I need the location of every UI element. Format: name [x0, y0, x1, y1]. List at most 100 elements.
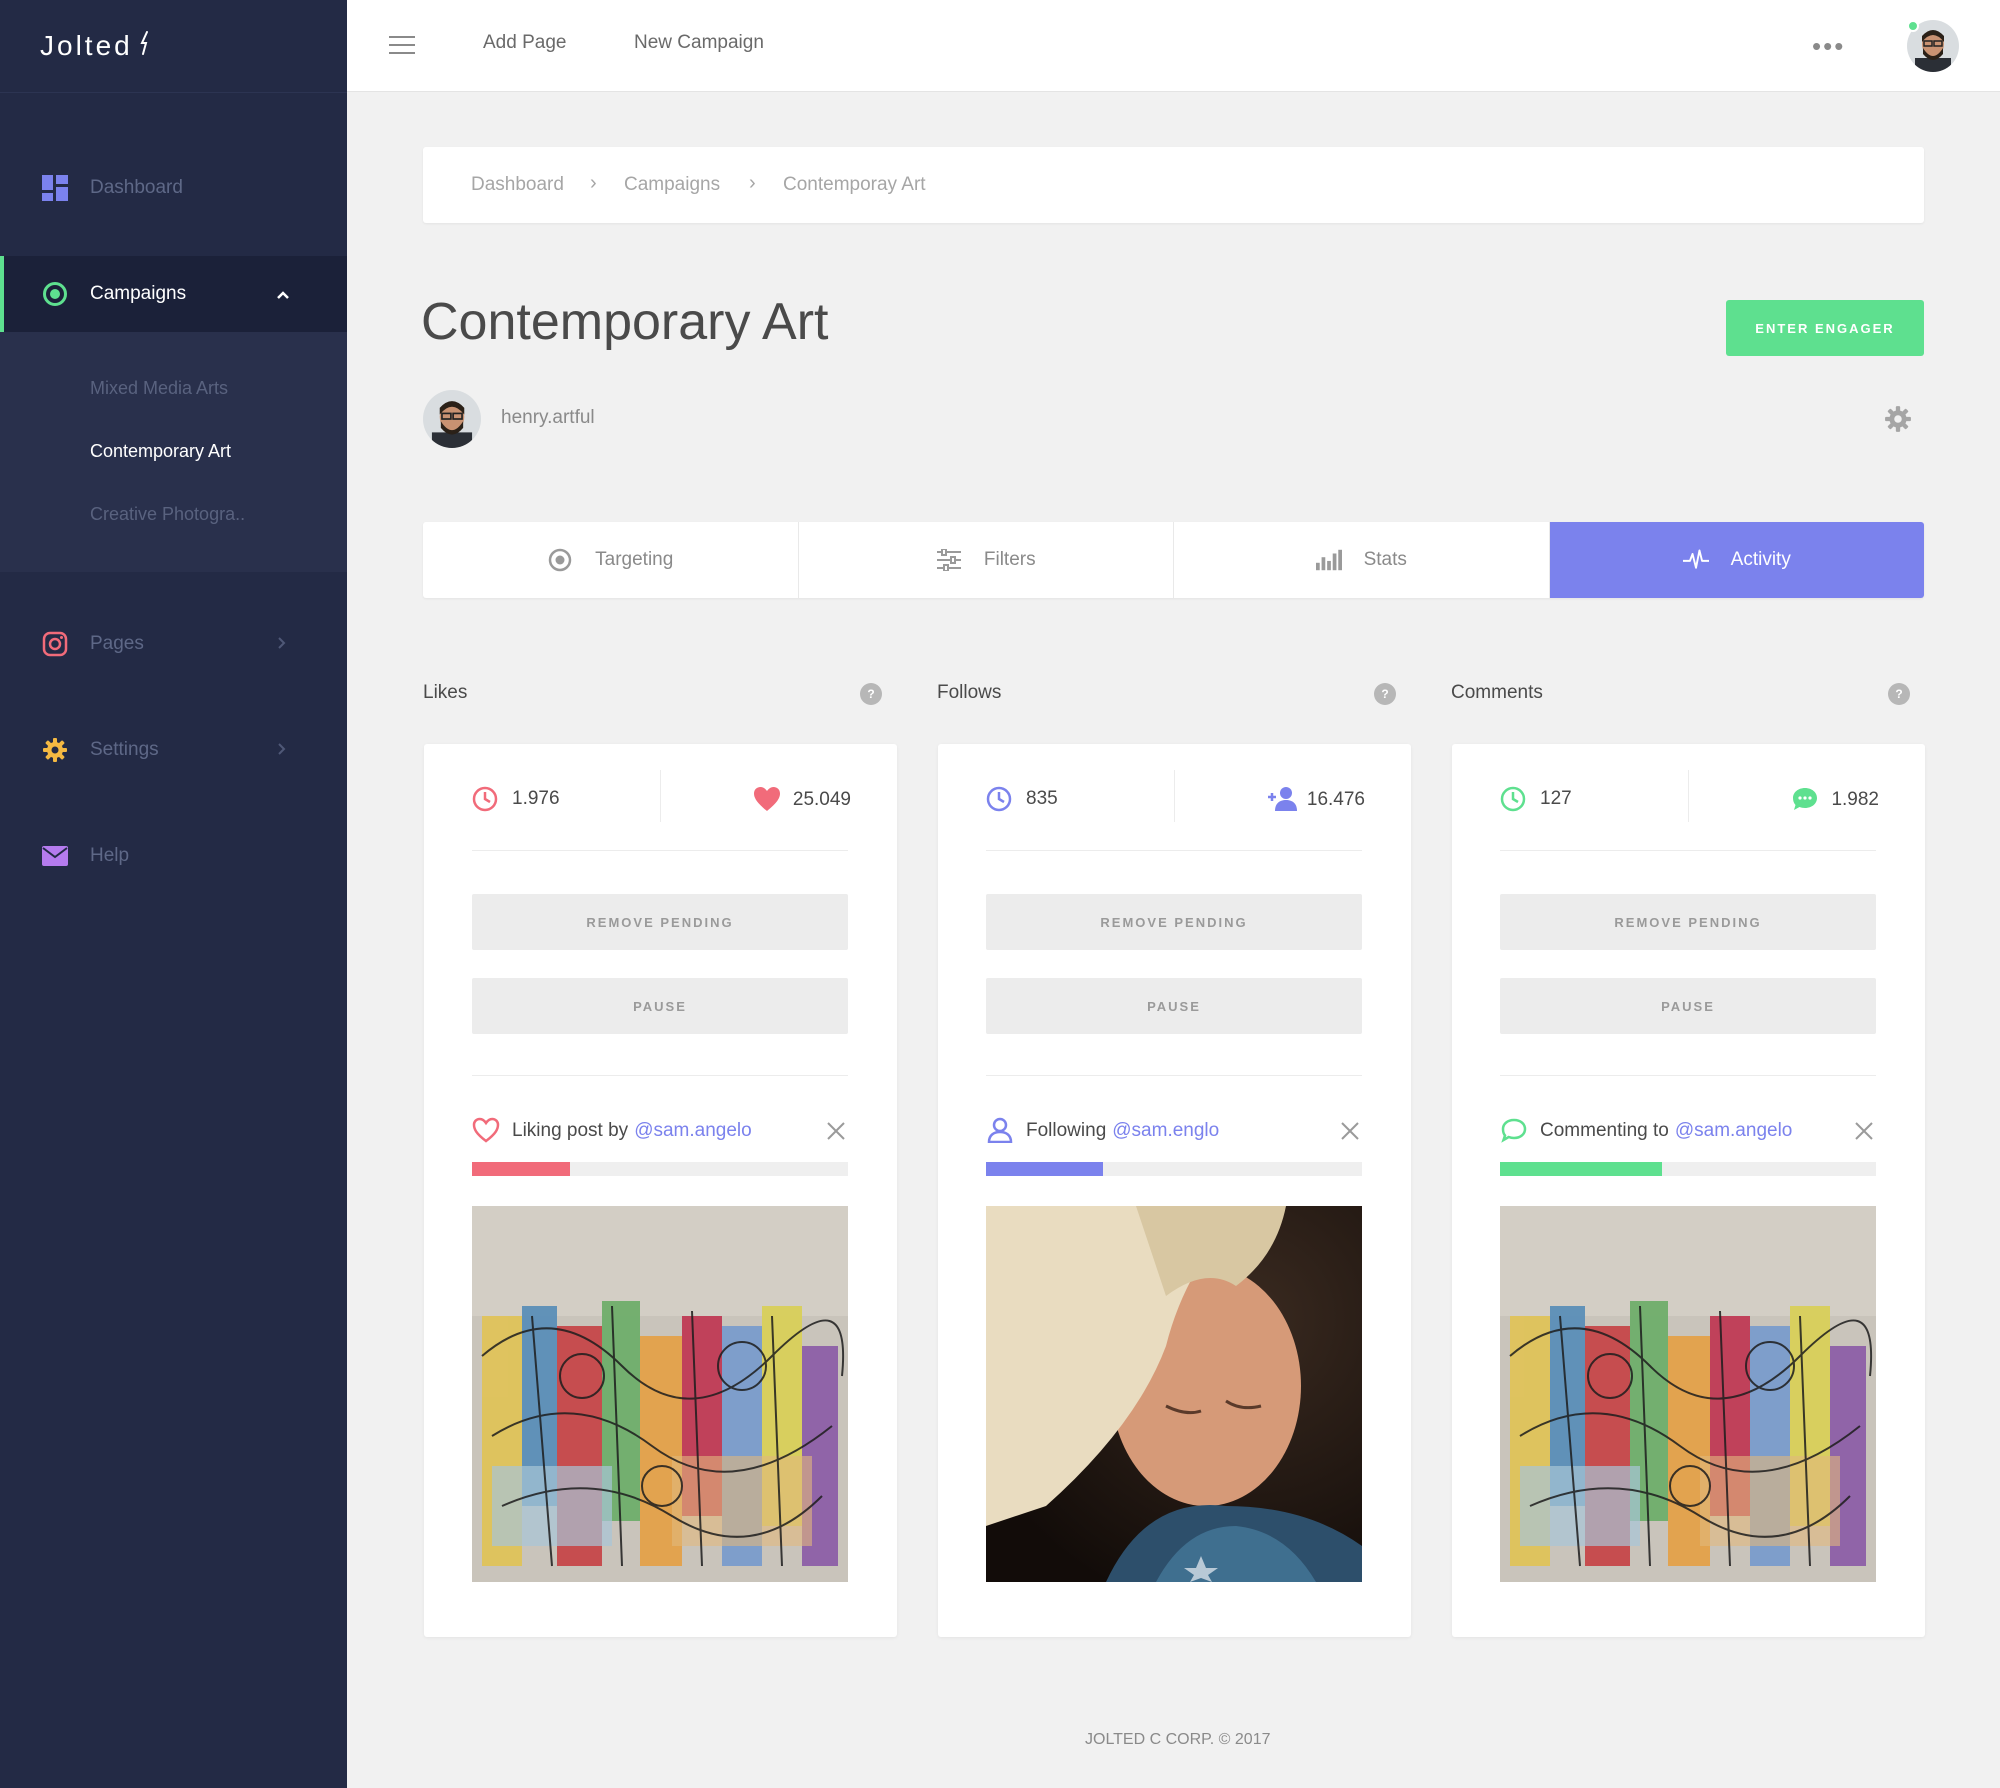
- subnav-item-mixed-media[interactable]: Mixed Media Arts: [90, 378, 228, 399]
- divider: [986, 850, 1362, 851]
- portrait-image: [986, 1206, 1362, 1582]
- enter-engager-button[interactable]: ENTER ENGAGER: [1726, 300, 1924, 356]
- user-handle-link[interactable]: @sam.englo: [1112, 1120, 1219, 1142]
- subnav-item-contemporary-art[interactable]: Contemporary Art: [90, 441, 231, 462]
- follows-card: 835 16.476 REMOVE PENDING PAUSE Followin…: [938, 744, 1411, 1637]
- chevron-right-icon: [276, 634, 286, 655]
- footer-copyright: JOLTED C CORP. © 2017: [1085, 1731, 1271, 1748]
- divider: [986, 1075, 1362, 1076]
- close-icon[interactable]: [1339, 1120, 1361, 1142]
- stat-value: 1.976: [512, 788, 560, 809]
- activity-text: Commenting to: [1540, 1120, 1669, 1141]
- stat-value: 127: [1540, 788, 1572, 809]
- sidebar-item-label: Dashboard: [90, 177, 183, 198]
- pending-comments-stat: 127: [1500, 786, 1572, 812]
- username[interactable]: henry.artful: [501, 407, 595, 429]
- gear-icon: [42, 737, 68, 763]
- help-icon[interactable]: ?: [860, 683, 882, 705]
- avatar[interactable]: [423, 390, 481, 448]
- add-page-link[interactable]: Add Page: [483, 32, 566, 54]
- subnav-item-creative-photography[interactable]: Creative Photogra..: [90, 504, 245, 525]
- progress-fill: [1500, 1162, 1662, 1176]
- tab-targeting[interactable]: Targeting: [423, 522, 799, 598]
- sidebar-item-label: Pages: [90, 633, 144, 654]
- divider: [472, 1075, 848, 1076]
- total-comments-stat: 1.982: [1791, 786, 1879, 814]
- more-icon[interactable]: •••: [1812, 33, 1845, 59]
- target-icon: [42, 281, 68, 307]
- topbar: Add Page New Campaign •••: [347, 0, 2000, 92]
- activity-text: Liking post by: [512, 1120, 629, 1141]
- gear-icon[interactable]: [1884, 405, 1912, 433]
- online-status-dot: [1907, 20, 1919, 32]
- follows-title: Follows: [937, 682, 1002, 703]
- bar-chart-icon: [1315, 547, 1342, 573]
- remove-pending-button[interactable]: REMOVE PENDING: [986, 894, 1362, 950]
- menu-icon[interactable]: [389, 36, 415, 56]
- stat-divider: [660, 770, 661, 822]
- close-icon[interactable]: [825, 1120, 847, 1142]
- stat-value: 835: [1026, 788, 1058, 809]
- bolt-icon: [139, 30, 151, 62]
- chevron-up-icon[interactable]: [276, 284, 290, 305]
- page-title: Contemporary Art: [421, 293, 829, 351]
- user-handle-link[interactable]: @sam.angelo: [634, 1120, 752, 1142]
- pause-button[interactable]: PAUSE: [986, 978, 1362, 1034]
- likes-card: 1.976 25.049 REMOVE PENDING PAUSE Liking…: [424, 744, 897, 1637]
- remove-pending-button[interactable]: REMOVE PENDING: [1500, 894, 1876, 950]
- tab-label: Targeting: [595, 549, 674, 570]
- stat-divider: [1174, 770, 1175, 822]
- mail-icon: [42, 843, 68, 869]
- divider: [472, 850, 848, 851]
- clock-icon: [1500, 786, 1526, 812]
- app-logo[interactable]: Jolted: [40, 26, 151, 66]
- likes-title: Likes: [423, 682, 468, 703]
- pending-likes-stat: 1.976: [472, 786, 560, 812]
- user-handle-link[interactable]: @sam.angelo: [1675, 1120, 1793, 1142]
- divider: [1500, 850, 1876, 851]
- sidebar-item-settings[interactable]: Settings: [0, 712, 347, 788]
- total-follows-stat: 16.476: [1267, 786, 1365, 814]
- pulse-icon: [1682, 547, 1709, 573]
- tab-stats[interactable]: Stats: [1174, 522, 1550, 598]
- progress-bar: [1500, 1162, 1876, 1176]
- instagram-icon: [42, 631, 68, 657]
- clock-icon: [472, 786, 498, 812]
- sidebar-item-campaigns[interactable]: Campaigns: [0, 256, 347, 332]
- pause-button[interactable]: PAUSE: [1500, 978, 1876, 1034]
- remove-pending-button[interactable]: REMOVE PENDING: [472, 894, 848, 950]
- breadcrumb-item-current: Contemporay Art: [783, 174, 926, 195]
- sidebar-item-label: Settings: [90, 739, 159, 760]
- tab-bar: Targeting Filters Stats Activity: [423, 522, 1924, 598]
- help-icon[interactable]: ?: [1888, 683, 1910, 705]
- comment-icon: [1500, 1117, 1528, 1145]
- user-icon: [986, 1117, 1014, 1145]
- comments-title: Comments: [1451, 682, 1543, 703]
- heart-icon: [472, 1117, 500, 1145]
- artwork-image: [1500, 1206, 1876, 1582]
- sidebar-item-help[interactable]: Help: [0, 818, 347, 894]
- help-icon[interactable]: ?: [1374, 683, 1396, 705]
- breadcrumb-item-dashboard[interactable]: Dashboard: [471, 174, 564, 196]
- stat-value: 16.476: [1306, 789, 1365, 810]
- add-user-icon: [1267, 786, 1297, 814]
- comment-icon: [1791, 786, 1819, 814]
- clock-icon: [986, 786, 1012, 812]
- artwork-image: [472, 1206, 848, 1582]
- sidebar-item-label: Campaigns: [90, 283, 187, 304]
- breadcrumb-item-campaigns[interactable]: Campaigns: [624, 174, 720, 196]
- pause-button[interactable]: PAUSE: [472, 978, 848, 1034]
- tab-filters[interactable]: Filters: [799, 522, 1174, 598]
- tab-activity[interactable]: Activity: [1549, 522, 1924, 598]
- close-icon[interactable]: [1853, 1120, 1875, 1142]
- campaigns-subnav: Mixed Media Arts Contemporary Art Creati…: [0, 332, 347, 572]
- sidebar-item-pages[interactable]: Pages: [0, 606, 347, 682]
- progress-fill: [986, 1162, 1103, 1176]
- dashboard-icon: [42, 175, 68, 201]
- new-campaign-link[interactable]: New Campaign: [634, 32, 764, 54]
- sidebar: Jolted Dashboard Campaigns Mixed Media A…: [0, 0, 347, 1788]
- sidebar-item-dashboard[interactable]: Dashboard: [0, 150, 347, 226]
- progress-bar: [472, 1162, 848, 1176]
- chevron-right-icon: [276, 740, 286, 761]
- tab-label: Activity: [1730, 549, 1791, 570]
